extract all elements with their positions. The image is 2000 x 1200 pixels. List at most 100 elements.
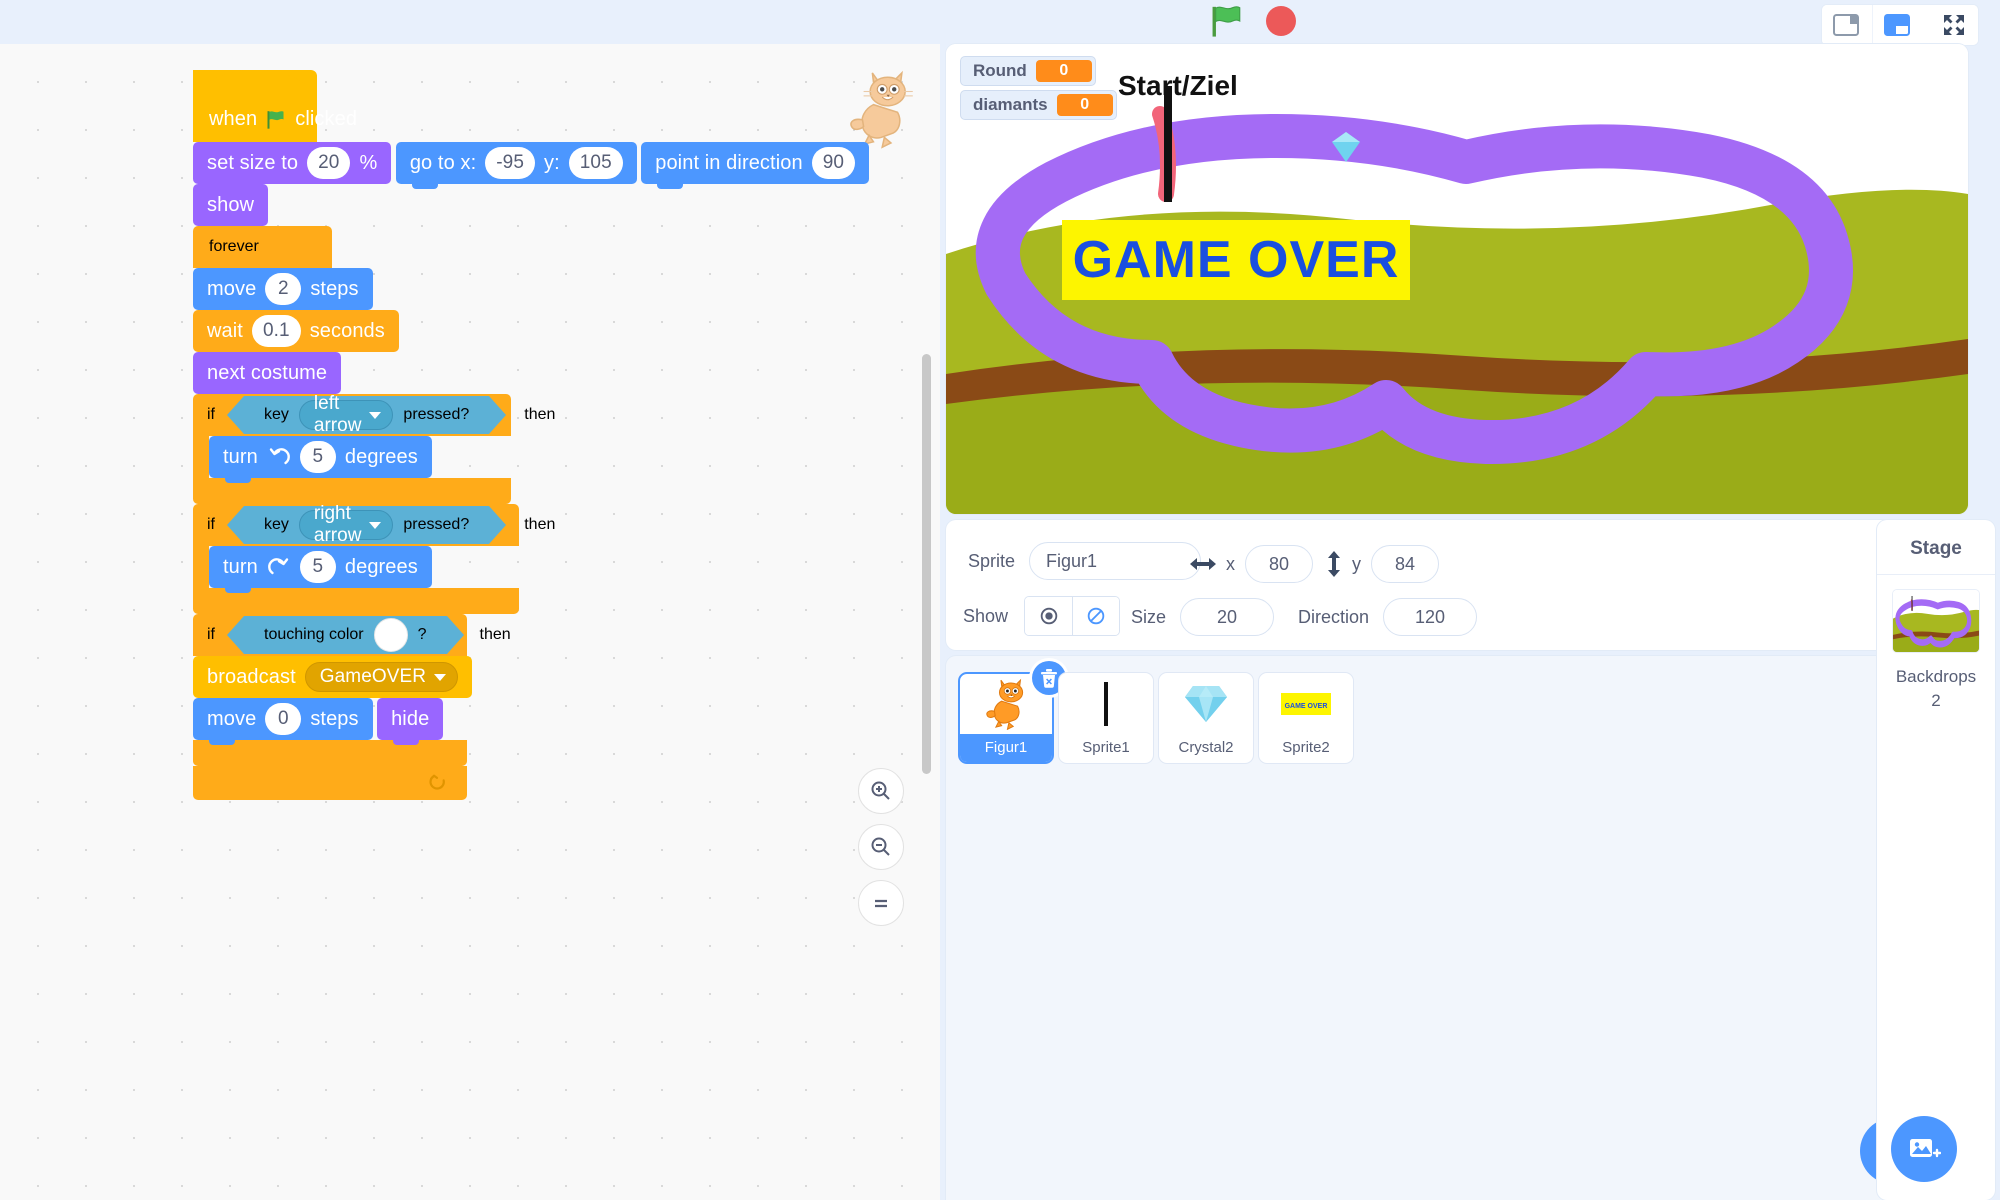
block-wait-seconds[interactable]: wait 0.1 seconds (193, 310, 399, 357)
zoom-out-icon[interactable] (858, 824, 904, 870)
small-stage-layout-icon[interactable] (1822, 5, 1870, 45)
game-over-sign-icon: GAME OVER (1259, 673, 1353, 735)
block-go-to-xy[interactable]: go to x: -95 y: 105 (395, 142, 637, 189)
block-turn-left-degrees[interactable]: turn 5 degrees (209, 436, 432, 483)
block-key-pressed-right[interactable]: key right arrow pressed? (226, 503, 507, 546)
start-ziel-label: Start/Ziel (1118, 70, 1238, 101)
eye-show-icon[interactable] (1025, 597, 1073, 635)
x-label: x (1226, 553, 1235, 574)
block-if-key-right-arrow[interactable]: if key right arrow pressed? then turn 5 … (193, 503, 555, 614)
sprite-name-label: Sprite (968, 550, 1016, 571)
sprite-card-sprite2[interactable]: GAME OVER Sprite2 (1258, 672, 1354, 764)
size-label: Size (1131, 606, 1167, 627)
size-input[interactable]: 20 (1180, 598, 1275, 636)
stage-panel-title: Stage (1910, 538, 1962, 559)
monitor-diamants-value: 0 (1056, 94, 1113, 116)
sprite-card-sprite1[interactable]: Sprite1 (1058, 672, 1154, 764)
set-size-value-input[interactable]: 20 (307, 147, 351, 179)
sprite-card-figur1[interactable]: Figur1 (958, 661, 1066, 764)
wait-seconds-input[interactable]: 0.1 (251, 315, 301, 347)
seconds-label: seconds (309, 319, 385, 342)
chevron-down-icon (369, 411, 382, 419)
stop-sign-icon[interactable] (1266, 6, 1296, 36)
block-move-zero-steps[interactable]: move 0 steps (193, 698, 373, 745)
key-option-dropdown-right[interactable]: right arrow (298, 503, 394, 546)
block-move-steps[interactable]: move 2 steps (193, 268, 373, 315)
large-stage-layout-icon[interactable] (1872, 5, 1920, 45)
block-when-flag-clicked[interactable]: when clicked (193, 70, 357, 142)
block-touching-color[interactable]: touching color ? (227, 616, 464, 654)
next-costume-label: next costume (207, 361, 328, 384)
vertical-arrow-icon (1328, 551, 1340, 577)
block-next-costume[interactable]: next costume (193, 352, 342, 399)
sprite-name-input[interactable]: Figur1 (1029, 542, 1202, 580)
forever-bottom-rail (193, 766, 467, 800)
code-workspace[interactable]: when clicked set size to 20 % go to x: -… (0, 44, 940, 1200)
zoom-reset-icon[interactable] (858, 880, 904, 926)
sprite-list-panel: Figur1 Sprite1 Crystal2 GAME OVER Sprite… (946, 656, 1968, 1200)
top-toolbar (0, 0, 2000, 48)
fullscreen-icon[interactable] (1930, 5, 1978, 45)
go-to-x-label: go to x: (409, 151, 477, 174)
hide-label: hide (391, 707, 430, 730)
move-label: move (207, 277, 257, 300)
percent-label: % (359, 151, 378, 174)
chevron-down-icon (434, 673, 447, 681)
crystal-gem-icon (1159, 673, 1253, 735)
stage-selector-card[interactable]: Stage Backdrops 2 (1877, 520, 1995, 1200)
green-flag-icon (267, 110, 284, 129)
wait-label: wait (207, 319, 243, 342)
direction-input[interactable]: 120 (1383, 598, 1478, 636)
point-direction-input[interactable]: 90 (811, 147, 856, 179)
monitor-round[interactable]: Round 0 (960, 56, 1096, 86)
pressed-label: pressed? (403, 516, 470, 533)
monitor-round-value: 0 (1035, 60, 1092, 82)
stage-view[interactable]: Round 0 diamants 0 Start/Ziel GAME OVER (946, 44, 1968, 514)
monitor-diamants-label: diamants (973, 95, 1048, 114)
go-to-x-input[interactable]: -95 (485, 147, 535, 179)
turn-counterclockwise-icon (269, 448, 290, 465)
block-broadcast[interactable]: broadcast GameOVER (193, 656, 473, 703)
turn-clockwise-icon (267, 558, 289, 575)
block-if-key-left-arrow[interactable]: if key left arrow pressed? then turn 5 d… (193, 393, 555, 504)
block-forever[interactable]: forever move 2 steps wait 0.1 seconds ne… (193, 226, 555, 800)
color-picker-swatch[interactable] (373, 618, 408, 652)
if-label: if (207, 626, 215, 643)
block-if-touching-color[interactable]: if touching color ? then broadcast GameO… (193, 614, 511, 766)
script-stack[interactable]: when clicked set size to 20 % go to x: -… (193, 70, 940, 800)
sprite-card-label: Crystal2 (1178, 739, 1234, 756)
block-set-size-to[interactable]: set size to 20 % (193, 142, 392, 189)
turn-label: turn (223, 445, 258, 468)
green-flag-icon[interactable] (1210, 4, 1244, 38)
block-show[interactable]: show (193, 184, 269, 231)
monitor-diamants[interactable]: diamants 0 (960, 90, 1117, 120)
if-right-rail (193, 546, 209, 588)
add-backdrop-image-icon[interactable] (1891, 1116, 1957, 1182)
sprite-card-label: Sprite2 (1282, 739, 1330, 756)
backdrop-thumbnail[interactable] (1892, 589, 1980, 653)
key-label: key (264, 406, 289, 423)
eye-hide-icon[interactable] (1072, 597, 1120, 635)
block-key-pressed-left[interactable]: key left arrow pressed? (226, 393, 507, 436)
move-zero-steps-input[interactable]: 0 (265, 703, 302, 735)
stage-layout-controls (1822, 5, 1978, 45)
sprite-card-crystal2[interactable]: Crystal2 (1158, 672, 1254, 764)
show-toggle-group (1024, 596, 1121, 636)
block-point-in-direction[interactable]: point in direction 90 (641, 142, 870, 189)
block-turn-right-degrees[interactable]: turn 5 degrees (209, 546, 432, 593)
sprite-info-panel: Sprite Figur1 x 80 y 84 Show Size 20 Dir… (946, 520, 1968, 650)
key-option-dropdown-left[interactable]: left arrow (298, 393, 394, 436)
x-position-input[interactable]: 80 (1245, 545, 1313, 583)
backdrops-count: 2 (1931, 691, 1941, 710)
turn-right-degrees-input[interactable]: 5 (299, 551, 336, 583)
go-to-y-input[interactable]: 105 (568, 147, 623, 179)
broadcast-message-dropdown[interactable]: GameOVER (304, 662, 459, 692)
block-hide[interactable]: hide (377, 698, 444, 745)
line-sprite-icon (1059, 673, 1153, 735)
then-label: then (479, 626, 511, 643)
touching-color-label: touching color (264, 626, 364, 643)
y-position-input[interactable]: 84 (1371, 545, 1439, 583)
move-steps-input[interactable]: 2 (265, 273, 302, 305)
turn-left-degrees-input[interactable]: 5 (299, 441, 336, 473)
go-to-y-label: y: (544, 151, 560, 174)
